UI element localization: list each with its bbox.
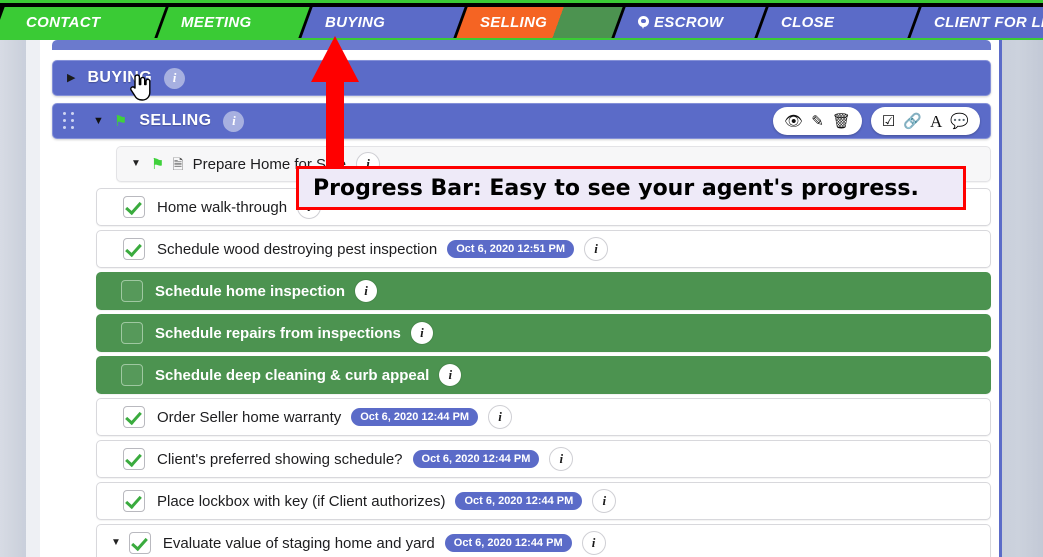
annotation-callout: Progress Bar: Easy to see your agent's p… bbox=[296, 166, 966, 210]
task-completed-timestamp: Oct 6, 2020 12:44 PM bbox=[455, 492, 583, 510]
task-checkbox[interactable] bbox=[121, 364, 143, 386]
progress-stage-meeting[interactable]: MEETING bbox=[157, 7, 310, 38]
task-completed-timestamp: Oct 6, 2020 12:44 PM bbox=[351, 408, 479, 426]
info-icon-task[interactable]: i bbox=[355, 280, 378, 302]
delete-icon[interactable]: 🗑 bbox=[832, 114, 851, 129]
task-completed-timestamp: Oct 6, 2020 12:44 PM bbox=[412, 450, 540, 468]
stage-title-buying: BUYING bbox=[87, 69, 153, 86]
right-pane-accent-edge bbox=[999, 40, 1002, 557]
task-checkbox[interactable] bbox=[123, 490, 145, 512]
info-icon-task[interactable]: i bbox=[549, 447, 574, 471]
task-label: Schedule repairs from inspections bbox=[155, 324, 401, 342]
link-icon[interactable]: 🔗 bbox=[903, 114, 922, 129]
info-icon-buying[interactable]: i bbox=[164, 67, 186, 89]
task-label: Schedule home inspection bbox=[155, 282, 346, 300]
location-pin-icon bbox=[638, 16, 649, 30]
stage-toolbar-group-left: 👁 ✎ 🗑 bbox=[773, 107, 862, 135]
progress-stage-label: ESCROW bbox=[654, 14, 724, 31]
task-row[interactable]: Order Seller home warranty Oct 6, 2020 12… bbox=[96, 398, 991, 436]
task-checkbox[interactable] bbox=[123, 238, 145, 260]
task-label: Client's preferred showing schedule? bbox=[157, 450, 403, 468]
view-icon[interactable]: 👁 bbox=[784, 114, 803, 129]
app-root: CONTACT MEETING BUYING SELLING ESCROW CLOSE CL… bbox=[0, 0, 1043, 557]
info-icon-task[interactable]: i bbox=[592, 489, 617, 513]
progress-stage-escrow[interactable]: ESCROW bbox=[614, 7, 766, 38]
task-row[interactable]: ▼ Evaluate value of staging home and yard… bbox=[96, 524, 991, 557]
task-checkbox[interactable] bbox=[123, 196, 145, 218]
right-page-gutter bbox=[1002, 40, 1043, 557]
progress-stage-selling[interactable]: SELLING bbox=[456, 7, 623, 38]
task-checkbox[interactable] bbox=[128, 532, 151, 554]
document-icon: 🗎 bbox=[172, 156, 184, 172]
task-label: Place lockbox with key (if Client author… bbox=[157, 492, 446, 510]
edit-icon[interactable]: ✎ bbox=[811, 114, 824, 129]
task-row[interactable]: Schedule deep cleaning & curb appeal i bbox=[96, 356, 991, 394]
stage-toolbar: 👁 ✎ 🗑 ☑ 🔗 A 💬 bbox=[773, 107, 980, 135]
task-label: Evaluate value of staging home and yard bbox=[162, 534, 435, 552]
progress-stage-label: CLIENT FOR LIFE bbox=[934, 14, 1043, 31]
task-row[interactable]: Schedule repairs from inspections i bbox=[96, 314, 991, 352]
info-icon-selling[interactable]: i bbox=[223, 110, 245, 132]
stage-title-selling: SELLING bbox=[139, 112, 212, 129]
task-row[interactable]: Schedule wood destroying pest inspection… bbox=[96, 230, 991, 268]
info-icon-task[interactable]: i bbox=[581, 531, 606, 555]
progress-stage-buying[interactable]: BUYING bbox=[301, 7, 465, 38]
green-flag-icon: ⚑ bbox=[150, 155, 165, 173]
down-caret-icon[interactable]: ▼ bbox=[93, 115, 104, 127]
down-caret-icon[interactable]: ▼ bbox=[131, 159, 141, 169]
progress-stage-client-for-life[interactable]: CLIENT FOR LIFE bbox=[910, 7, 1043, 38]
stage-row-buying[interactable]: ▶ BUYING i bbox=[52, 60, 991, 96]
stage-row-selling[interactable]: ▼ ⚑ SELLING i 👁 ✎ 🗑 ☑ 🔗 A 💬 bbox=[52, 103, 991, 139]
task-checkbox[interactable] bbox=[123, 406, 145, 428]
progress-stage-label: MEETING bbox=[181, 14, 252, 31]
right-caret-icon[interactable]: ▶ bbox=[67, 72, 75, 84]
text-icon[interactable]: A bbox=[930, 113, 942, 130]
comment-icon[interactable]: 💬 bbox=[950, 114, 969, 129]
progress-stage-label: CLOSE bbox=[781, 14, 835, 31]
annotation-callout-text: Progress Bar: Easy to see your agent's p… bbox=[313, 175, 919, 201]
task-label: Schedule deep cleaning & curb appeal bbox=[155, 366, 430, 384]
task-row[interactable]: Place lockbox with key (if Client author… bbox=[96, 482, 991, 520]
progress-stage-label: CONTACT bbox=[26, 14, 101, 31]
info-icon-task[interactable]: i bbox=[584, 237, 609, 261]
info-icon-task[interactable]: i bbox=[410, 322, 433, 344]
task-completed-timestamp: Oct 6, 2020 12:44 PM bbox=[444, 534, 572, 552]
info-icon-task[interactable]: i bbox=[439, 364, 462, 386]
checklist-icon[interactable]: ☑ bbox=[882, 114, 895, 129]
task-completed-timestamp: Oct 6, 2020 12:51 PM bbox=[447, 240, 575, 258]
task-row[interactable]: Schedule home inspection i bbox=[96, 272, 991, 310]
stage-toolbar-group-right: ☑ 🔗 A 💬 bbox=[870, 107, 980, 135]
task-checkbox[interactable] bbox=[121, 280, 143, 302]
task-label: Home walk-through bbox=[157, 198, 288, 216]
left-page-gutter bbox=[0, 40, 26, 557]
transaction-progress-bar: CONTACT MEETING BUYING SELLING ESCROW CLOSE CL… bbox=[0, 0, 1043, 40]
progress-stage-label: BUYING bbox=[325, 14, 386, 31]
checklist-pane: ▶ BUYING i ▼ ⚑ SELLING i 👁 ✎ 🗑 ☑ 🔗 A 💬 ▼… bbox=[40, 40, 999, 557]
task-row[interactable]: Client's preferred showing schedule? Oct … bbox=[96, 440, 991, 478]
progress-bar-track: CONTACT MEETING BUYING SELLING ESCROW CLOSE CL… bbox=[0, 7, 1043, 38]
task-checkbox[interactable] bbox=[121, 322, 143, 344]
progress-stage-contact[interactable]: CONTACT bbox=[0, 7, 166, 38]
info-icon-task[interactable]: i bbox=[488, 405, 513, 429]
left-pane-edge bbox=[26, 40, 41, 557]
progress-stage-label: SELLING bbox=[480, 14, 548, 31]
task-label: Schedule wood destroying pest inspection bbox=[157, 240, 438, 258]
drag-handle-icon[interactable] bbox=[63, 112, 79, 130]
progress-stage-close[interactable]: CLOSE bbox=[757, 7, 919, 38]
stage-row-partial-above[interactable] bbox=[52, 40, 991, 50]
green-flag-icon: ⚑ bbox=[113, 112, 128, 130]
task-label: Order Seller home warranty bbox=[157, 408, 342, 426]
down-caret-icon[interactable]: ▼ bbox=[111, 538, 121, 548]
task-checkbox[interactable] bbox=[123, 448, 145, 470]
